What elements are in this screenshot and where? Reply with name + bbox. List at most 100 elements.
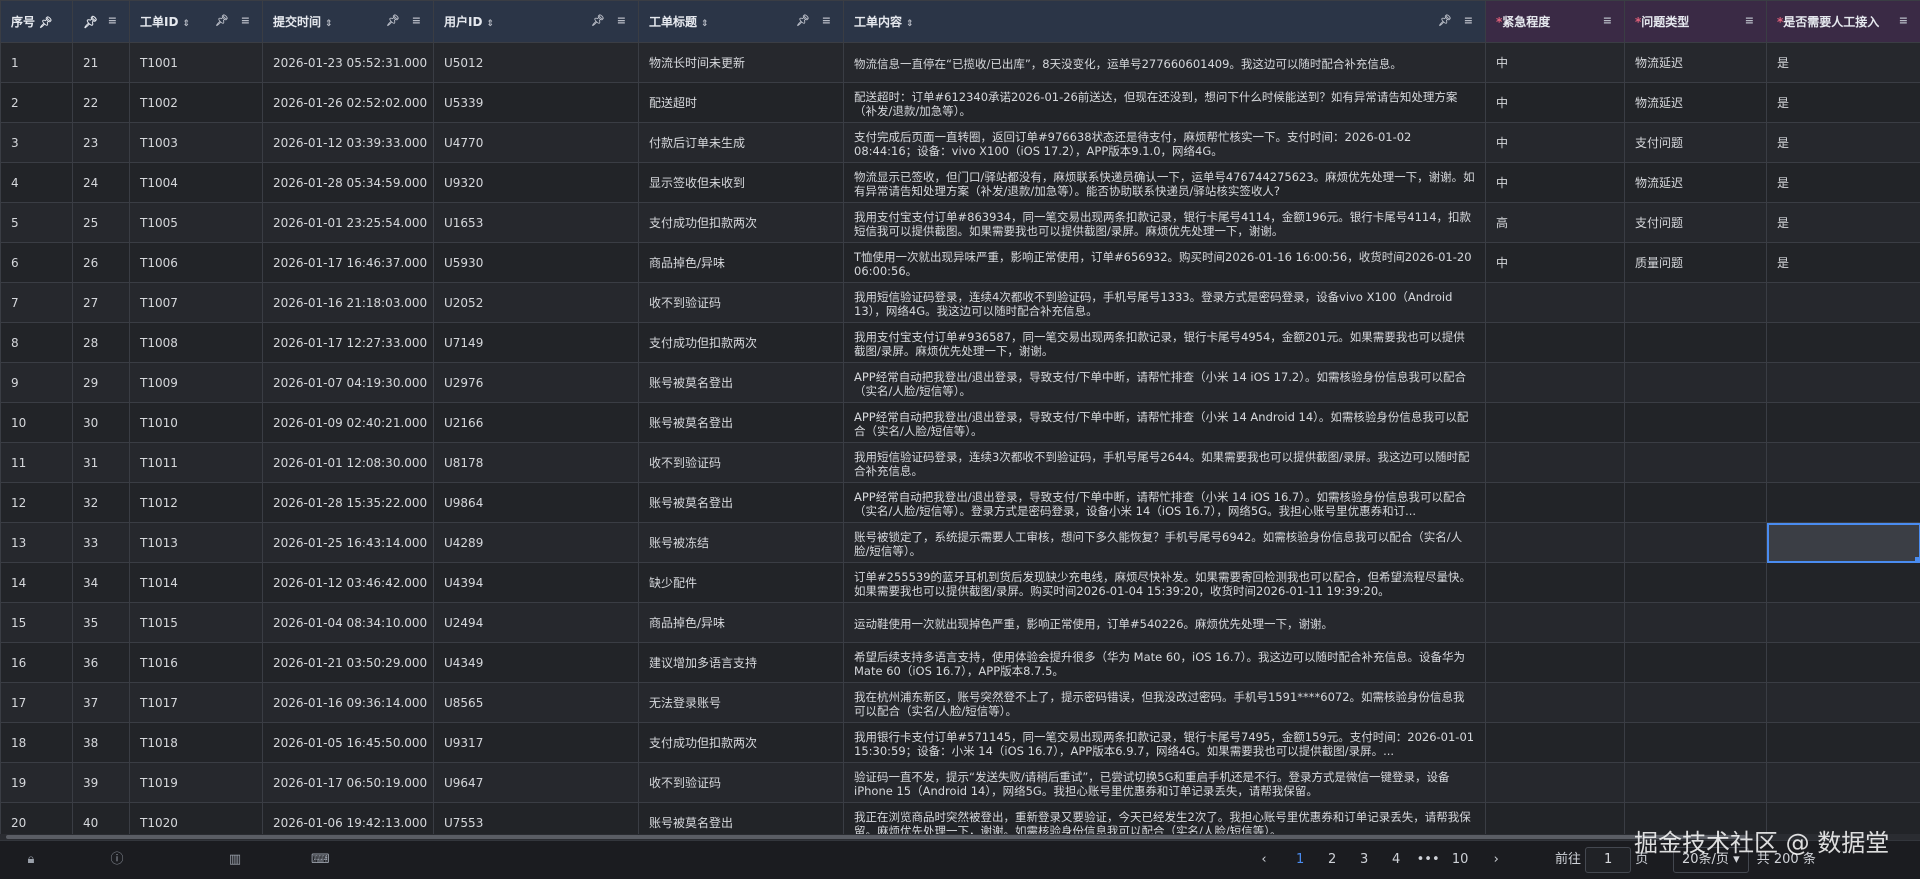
cell-time[interactable]: 2026-01-17 16:46:37.000: [263, 243, 434, 283]
cell-type[interactable]: 支付问题: [1625, 123, 1767, 163]
cell-title[interactable]: 缺少配件: [639, 563, 844, 603]
cell-user[interactable]: U9647: [434, 763, 639, 803]
cell-content[interactable]: 配送超时：订单#612340承诺2026-01-26前送达，但现在还没到，想问下…: [844, 83, 1486, 123]
cell-urgency[interactable]: 中: [1486, 163, 1625, 203]
cell-seq[interactable]: 9: [1, 363, 73, 403]
cell-idx[interactable]: 36: [73, 643, 130, 683]
cell-seq[interactable]: 4: [1, 163, 73, 203]
filter-icon[interactable]: 📌︎ ≡: [386, 14, 425, 27]
cell-type[interactable]: [1625, 483, 1767, 523]
cell-title[interactable]: 建议增加多语言支持: [639, 643, 844, 683]
prev-page-button[interactable]: ‹: [1248, 841, 1280, 879]
column-header-7[interactable]: *紧急程度≡: [1486, 1, 1625, 43]
goto-page-input[interactable]: 1: [1585, 847, 1631, 873]
cell-id[interactable]: T1018: [130, 723, 263, 763]
cell-user[interactable]: U8565: [434, 683, 639, 723]
sort-icon[interactable]: ⇕: [182, 19, 190, 29]
cell-time[interactable]: 2026-01-04 08:34:10.000: [263, 603, 434, 643]
cell-urgency[interactable]: [1486, 803, 1625, 839]
cell-human[interactable]: [1767, 643, 1920, 683]
cell-time[interactable]: 2026-01-28 05:34:59.000: [263, 163, 434, 203]
cell-idx[interactable]: 21: [73, 43, 130, 83]
cell-content[interactable]: 运动鞋使用一次就出现掉色严重，影响正常使用，订单#540226。麻烦优先处理一下…: [844, 603, 1486, 643]
cell-human[interactable]: 是: [1767, 83, 1920, 123]
cell-title[interactable]: 支付成功但扣款两次: [639, 323, 844, 363]
info-icon[interactable]: ⓘ: [108, 851, 126, 869]
cell-time[interactable]: 2026-01-26 02:52:02.000: [263, 83, 434, 123]
cell-id[interactable]: T1019: [130, 763, 263, 803]
cell-title[interactable]: 显示签收但未收到: [639, 163, 844, 203]
cell-urgency[interactable]: 中: [1486, 243, 1625, 283]
cell-content[interactable]: 验证码一直不发，提示“发送失败/请稍后重试”，已尝试切换5G和重启手机还是不行。…: [844, 763, 1486, 803]
cell-urgency[interactable]: [1486, 563, 1625, 603]
cell-user[interactable]: U8178: [434, 443, 639, 483]
next-page-button[interactable]: ›: [1480, 841, 1512, 879]
page-ellipsis[interactable]: •••: [1412, 841, 1444, 879]
cell-time[interactable]: 2026-01-16 09:36:14.000: [263, 683, 434, 723]
page-number[interactable]: 1: [1284, 841, 1316, 879]
table-row[interactable]: 1636T10162026-01-21 03:50:29.000U4349建议增…: [1, 643, 1920, 683]
cell-type[interactable]: [1625, 283, 1767, 323]
cell-human[interactable]: [1767, 763, 1920, 803]
cell-id[interactable]: T1007: [130, 283, 263, 323]
cell-title[interactable]: 物流长时间未更新: [639, 43, 844, 83]
cell-idx[interactable]: 37: [73, 683, 130, 723]
cell-content[interactable]: 我用银行卡支付订单#571145，同一笔交易出现两条扣款记录，银行卡尾号7495…: [844, 723, 1486, 763]
filter-icon[interactable]: 📌︎ ≡: [215, 14, 254, 27]
cell-user[interactable]: U5339: [434, 83, 639, 123]
cell-idx[interactable]: 26: [73, 243, 130, 283]
cell-human[interactable]: [1767, 363, 1920, 403]
cell-id[interactable]: T1002: [130, 83, 263, 123]
cell-human[interactable]: [1767, 283, 1920, 323]
cell-human[interactable]: [1767, 323, 1920, 363]
sort-icon[interactable]: ⇕: [701, 19, 709, 29]
table-row[interactable]: 222T10022026-01-26 02:52:02.000U5339配送超时…: [1, 83, 1920, 123]
cell-seq[interactable]: 10: [1, 403, 73, 443]
sort-icon[interactable]: ⇕: [486, 19, 494, 29]
cell-title[interactable]: 支付成功但扣款两次: [639, 723, 844, 763]
cell-seq[interactable]: 12: [1, 483, 73, 523]
cell-urgency[interactable]: [1486, 283, 1625, 323]
cell-content[interactable]: 我用短信验证码登录，连续4次都收不到验证码，手机号尾号1333。登录方式是密码登…: [844, 283, 1486, 323]
cell-seq[interactable]: 3: [1, 123, 73, 163]
table-row[interactable]: 828T10082026-01-17 12:27:33.000U7149支付成功…: [1, 323, 1920, 363]
cell-seq[interactable]: 8: [1, 323, 73, 363]
table-row[interactable]: 323T10032026-01-12 03:39:33.000U4770付款后订…: [1, 123, 1920, 163]
cell-urgency[interactable]: 中: [1486, 83, 1625, 123]
cell-idx[interactable]: 22: [73, 83, 130, 123]
cell-user[interactable]: U9864: [434, 483, 639, 523]
cell-idx[interactable]: 30: [73, 403, 130, 443]
cell-time[interactable]: 2026-01-05 16:45:50.000: [263, 723, 434, 763]
cell-content[interactable]: 支付完成后页面一直转圈，返回订单#976638状态还是待支付，麻烦帮忙核实一下。…: [844, 123, 1486, 163]
cell-urgency[interactable]: 中: [1486, 43, 1625, 83]
cell-content[interactable]: 账号被锁定了，系统提示需要人工审核，想问下多久能恢复？手机号尾号6942。如需核…: [844, 523, 1486, 563]
table-row[interactable]: 2040T10202026-01-06 19:42:13.000U7553账号被…: [1, 803, 1920, 839]
cell-seq[interactable]: 11: [1, 443, 73, 483]
cell-type[interactable]: [1625, 363, 1767, 403]
cell-idx[interactable]: 32: [73, 483, 130, 523]
cell-type[interactable]: [1625, 443, 1767, 483]
cell-id[interactable]: T1003: [130, 123, 263, 163]
cell-title[interactable]: 收不到验证码: [639, 763, 844, 803]
cell-type[interactable]: 支付问题: [1625, 203, 1767, 243]
table-row[interactable]: 1232T10122026-01-28 15:35:22.000U9864账号被…: [1, 483, 1920, 523]
cell-time[interactable]: 2026-01-28 15:35:22.000: [263, 483, 434, 523]
cell-title[interactable]: 账号被莫名登出: [639, 363, 844, 403]
cell-human[interactable]: [1767, 723, 1920, 763]
cell-title[interactable]: 收不到验证码: [639, 283, 844, 323]
cell-urgency[interactable]: [1486, 723, 1625, 763]
page-number[interactable]: 10: [1444, 841, 1476, 879]
page-number[interactable]: 4: [1380, 841, 1412, 879]
cell-time[interactable]: 2026-01-17 06:50:19.000: [263, 763, 434, 803]
table-row[interactable]: 424T10042026-01-28 05:34:59.000U9320显示签收…: [1, 163, 1920, 203]
cell-seq[interactable]: 7: [1, 283, 73, 323]
cell-title[interactable]: 账号被莫名登出: [639, 403, 844, 443]
pin-icon[interactable]: 📌︎: [83, 15, 98, 29]
cell-type[interactable]: [1625, 523, 1767, 563]
cell-type[interactable]: 物流延迟: [1625, 83, 1767, 123]
cell-content[interactable]: 物流显示已签收，但门口/驿站都没有，麻烦联系快递员确认一下，运单号4767442…: [844, 163, 1486, 203]
cell-id[interactable]: T1013: [130, 523, 263, 563]
cell-idx[interactable]: 38: [73, 723, 130, 763]
cell-title[interactable]: 付款后订单未生成: [639, 123, 844, 163]
column-header-5[interactable]: 工单标题⇕📌︎ ≡: [639, 1, 844, 43]
